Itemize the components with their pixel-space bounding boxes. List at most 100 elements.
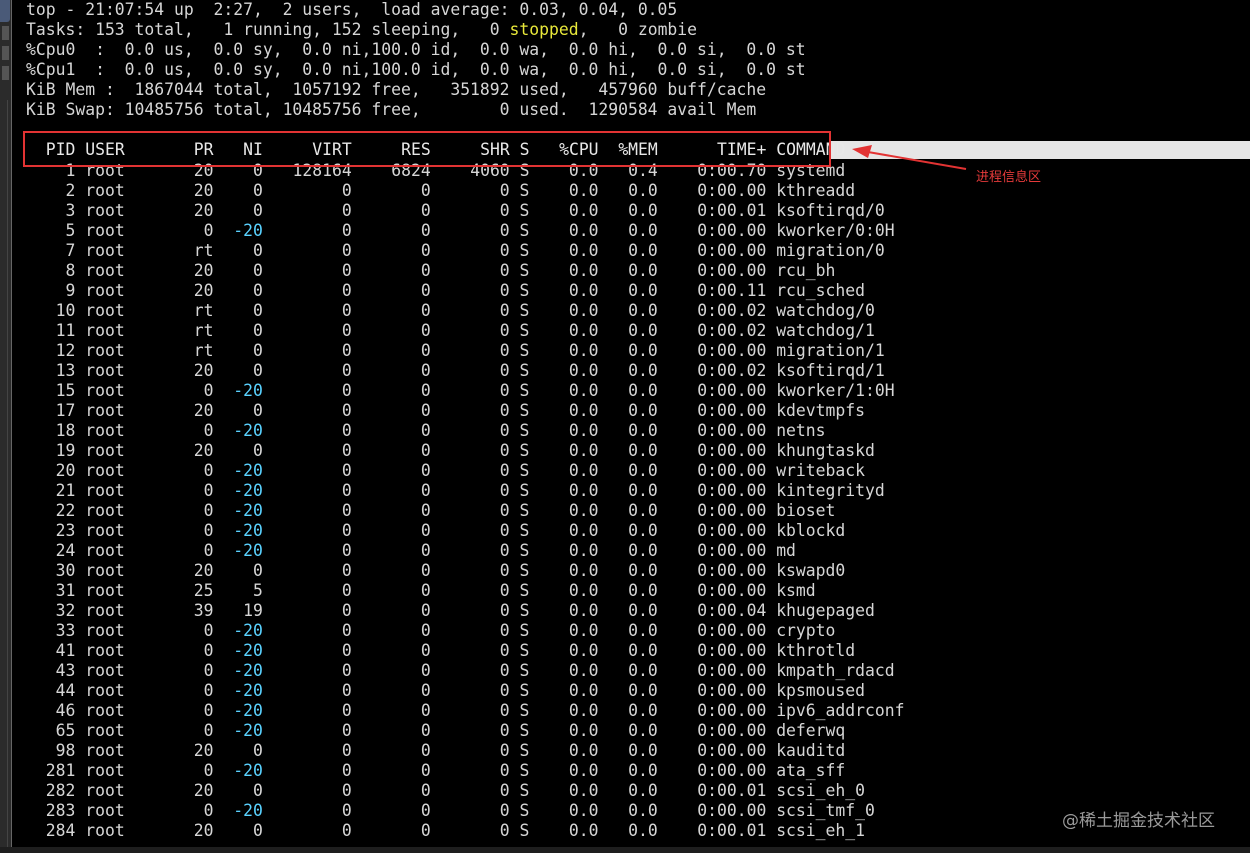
cell-time: 0:00.00: [697, 481, 767, 500]
cell-shr: 0: [499, 741, 510, 760]
cell-res: 0: [420, 801, 431, 820]
cell-cpu: 0.0: [568, 321, 599, 340]
cell-priority: 25: [193, 581, 214, 600]
cell-priority: 20: [193, 781, 214, 800]
cell-priority: 0: [203, 461, 214, 480]
cell-virt: 0: [341, 401, 352, 420]
cell-res: 0: [420, 781, 431, 800]
cell-virt: 0: [341, 341, 352, 360]
cell-res: 0: [420, 501, 431, 520]
cell-nice: 0: [253, 361, 263, 380]
cell-mem: 0.0: [628, 561, 658, 580]
process-row: 20 root 0 -20 0 0 0 S 0.0 0.0 0:00.00 wr…: [26, 461, 904, 481]
cell-res: 0: [420, 601, 431, 620]
cell-user: root: [85, 421, 175, 440]
cell-priority: 20: [193, 561, 214, 580]
cell-command: bioset: [776, 501, 836, 520]
cell-user: root: [85, 721, 175, 740]
cell-command: rcu_bh: [776, 261, 836, 280]
cell-virt: 0: [341, 541, 352, 560]
cell-virt: 0: [341, 181, 352, 200]
cell-res: 0: [420, 461, 431, 480]
gutter-button[interactable]: [2, 66, 9, 80]
cell-nice: 0: [253, 401, 263, 420]
cell-user: root: [85, 201, 175, 220]
cell-nice: 5: [253, 581, 263, 600]
cell-res: 0: [420, 541, 431, 560]
cell-nice: 0: [253, 561, 263, 580]
cell-pid: 8: [65, 261, 76, 280]
cell-pid: 32: [55, 601, 76, 620]
cell-priority: 0: [203, 221, 214, 240]
cell-virt: 0: [341, 581, 352, 600]
process-row: 8 root 20 0 0 0 0 S 0.0 0.0 0:00.00 rcu_…: [26, 261, 904, 281]
cell-virt: 0: [341, 721, 352, 740]
cell-priority: 20: [193, 741, 214, 760]
cell-res: 0: [420, 821, 431, 840]
cell-pid: 283: [45, 801, 76, 820]
process-row: 7 root rt 0 0 0 0 S 0.0 0.0 0:00.00 migr…: [26, 241, 904, 261]
cell-state: S: [519, 481, 530, 500]
cell-cpu: 0.0: [568, 261, 599, 280]
cell-cpu: 0.0: [568, 401, 599, 420]
cell-cpu: 0.0: [568, 201, 599, 220]
cell-shr: 0: [499, 761, 510, 780]
cell-shr: 0: [499, 821, 510, 840]
cell-user: root: [85, 801, 175, 820]
zombie-text: , 0 zombie: [578, 20, 698, 39]
cell-virt: 0: [341, 701, 352, 720]
cell-priority: 0: [203, 661, 214, 680]
cell-state: S: [519, 621, 530, 640]
cell-user: root: [85, 181, 175, 200]
cell-nice: -20: [233, 521, 263, 540]
cell-cpu: 0.0: [568, 181, 599, 200]
cell-nice: -20: [233, 641, 263, 660]
cell-priority: 20: [193, 821, 214, 840]
cell-state: S: [519, 641, 530, 660]
cell-virt: 0: [341, 321, 352, 340]
cell-user: root: [85, 601, 175, 620]
cell-virt: 0: [341, 661, 352, 680]
gutter-button[interactable]: [2, 26, 9, 40]
cell-priority: 0: [203, 701, 214, 720]
cell-user: root: [85, 641, 175, 660]
process-row: 30 root 20 0 0 0 0 S 0.0 0.0 0:00.00 ksw…: [26, 561, 904, 581]
cell-nice: -20: [233, 381, 263, 400]
cell-virt: 0: [341, 521, 352, 540]
stopped-label: stopped: [509, 20, 579, 39]
process-row: 281 root 0 -20 0 0 0 S 0.0 0.0 0:00.00 a…: [26, 761, 904, 781]
gutter-button[interactable]: [2, 46, 9, 60]
cell-command: migration/1: [776, 341, 885, 360]
cell-mem: 0.0: [628, 301, 658, 320]
cell-time: 0:00.00: [697, 221, 767, 240]
cell-nice: -20: [233, 801, 263, 820]
cell-shr: 0: [499, 181, 510, 200]
cell-shr: 0: [499, 341, 510, 360]
cell-command: rcu_sched: [776, 281, 865, 300]
cell-virt: 0: [341, 821, 352, 840]
window-menu-icon[interactable]: [0, 0, 10, 22]
cell-time: 0:00.00: [697, 241, 767, 260]
cell-virt: 0: [341, 261, 352, 280]
cell-shr: 0: [499, 621, 510, 640]
cell-shr: 0: [499, 201, 510, 220]
cell-cpu: 0.0: [568, 301, 599, 320]
cell-state: S: [519, 321, 530, 340]
cell-mem: 0.0: [628, 481, 658, 500]
cell-mem: 0.0: [628, 261, 658, 280]
cell-virt: 0: [341, 421, 352, 440]
cell-shr: 0: [499, 261, 510, 280]
cell-pid: 20: [55, 461, 76, 480]
cell-nice: -20: [233, 221, 263, 240]
cell-priority: 20: [193, 261, 214, 280]
cell-command: kworker/1:0H: [776, 381, 895, 400]
cell-state: S: [519, 541, 530, 560]
cell-res: 0: [420, 741, 431, 760]
process-row: 46 root 0 -20 0 0 0 S 0.0 0.0 0:00.00 ip…: [26, 701, 905, 721]
cell-state: S: [519, 801, 530, 820]
cell-cpu: 0.0: [568, 381, 599, 400]
cell-virt: 0: [341, 381, 352, 400]
cell-command: kpsmoused: [776, 681, 865, 700]
cell-time: 0:00.01: [697, 781, 767, 800]
cell-command: kdevtmpfs: [776, 401, 865, 420]
